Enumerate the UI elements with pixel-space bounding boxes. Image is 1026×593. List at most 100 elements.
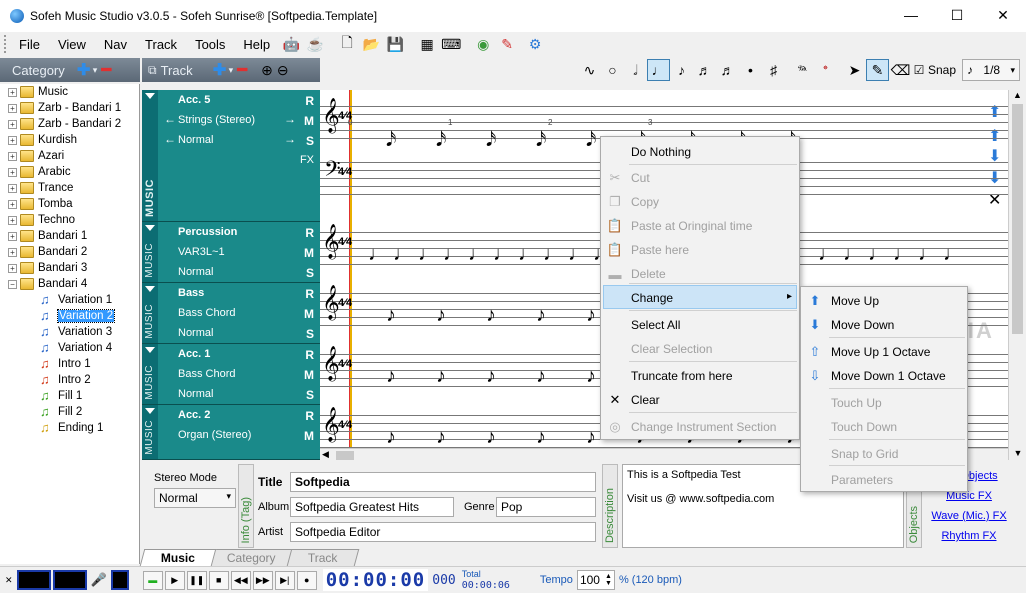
- track-section-bar[interactable]: MUSIC: [142, 344, 158, 404]
- context-menu-item[interactable]: Change: [631, 286, 673, 310]
- note-glyph[interactable]: ♪: [586, 366, 596, 386]
- solo-toggle[interactable]: S: [306, 134, 314, 148]
- note-glyph[interactable]: ♩: [418, 244, 438, 264]
- close-button[interactable]: ✕: [980, 0, 1026, 30]
- close-score-icon[interactable]: ✕: [988, 190, 1001, 210]
- dot-icon[interactable]: •: [739, 59, 762, 81]
- playhead[interactable]: [350, 90, 352, 460]
- tab-track[interactable]: Track: [286, 549, 359, 566]
- menu-file[interactable]: File: [10, 37, 49, 52]
- note-glyph[interactable]: ♪: [436, 305, 446, 325]
- stereo-mode-select[interactable]: Normal ▾: [154, 488, 236, 508]
- play-button[interactable]: ▶: [164, 570, 185, 590]
- note-glyph[interactable]: ♪: [386, 305, 396, 325]
- note-glyph[interactable]: ♪: [436, 366, 446, 386]
- expand-icon[interactable]: +: [8, 199, 17, 209]
- wave-fx-link[interactable]: Wave (Mic.) FX: [924, 508, 1014, 528]
- expand-icon[interactable]: +: [8, 231, 17, 241]
- tree-item[interactable]: ♫ Variation 4: [0, 340, 139, 356]
- expand-icon[interactable]: +: [8, 183, 17, 193]
- tree-item[interactable]: + Bandari 2: [0, 244, 139, 260]
- quarter-note-icon[interactable]: ♩: [646, 59, 670, 81]
- track-row[interactable]: MUSIC Bass Bass Chord Normal R M S: [142, 283, 320, 344]
- record-toggle[interactable]: R: [305, 409, 314, 423]
- note-glyph[interactable]: 𝅘𝅥𝅯: [486, 130, 496, 150]
- pedal-off-icon[interactable]: 𝆯: [814, 59, 837, 81]
- sharp-icon[interactable]: ♯: [762, 59, 785, 81]
- record-toggle[interactable]: R: [305, 348, 314, 362]
- pedal-icon[interactable]: 𝆮: [791, 59, 814, 81]
- record-toggle[interactable]: R: [305, 287, 314, 301]
- note-glyph[interactable]: 𝅘𝅥𝅯: [586, 130, 596, 150]
- track-section-bar[interactable]: MUSIC: [142, 222, 158, 282]
- tree-item[interactable]: + Azari: [0, 148, 139, 164]
- sixteenth-note-icon[interactable]: ♬: [693, 59, 716, 81]
- menu-view[interactable]: View: [49, 37, 95, 52]
- tree-item[interactable]: + Kurdish: [0, 132, 139, 148]
- remove-category-icon[interactable]: ━: [97, 60, 115, 80]
- hscroll-thumb[interactable]: [336, 451, 354, 460]
- note-glyph[interactable]: ♪: [586, 427, 596, 447]
- scroll-down-icon[interactable]: ⬇: [988, 146, 1001, 166]
- expand-icon[interactable]: +: [8, 215, 17, 225]
- coffee-icon[interactable]: ☕: [305, 34, 325, 54]
- collapse-icon[interactable]: −: [8, 279, 17, 289]
- stop-button[interactable]: ■: [208, 570, 229, 590]
- menu-tools[interactable]: Tools: [186, 37, 234, 52]
- track-row[interactable]: MUSIC Acc. 1 Bass Chord Normal R M S: [142, 344, 320, 405]
- note-glyph[interactable]: ♪: [536, 366, 546, 386]
- snap-checkbox-icon[interactable]: ☑: [912, 59, 926, 81]
- expand-icon[interactable]: +: [8, 119, 17, 129]
- solo-toggle[interactable]: S: [306, 327, 314, 341]
- open-folder-icon[interactable]: 📂: [361, 34, 381, 54]
- scroll-down-arrow[interactable]: ▼: [1009, 448, 1026, 458]
- tree-item[interactable]: ♫ Variation 3: [0, 324, 139, 340]
- expand-icon[interactable]: +: [8, 103, 17, 113]
- scroll-up-fast-icon[interactable]: ⬆: [988, 102, 1001, 122]
- note-glyph[interactable]: ♩: [543, 244, 563, 264]
- vertical-scrollbar[interactable]: ▲ ▼: [1008, 90, 1026, 460]
- note-glyph[interactable]: ♩: [393, 244, 413, 264]
- record-icon[interactable]: ✎: [497, 34, 517, 54]
- tab-category[interactable]: Category: [205, 549, 297, 566]
- description-tab[interactable]: Description: [602, 464, 618, 548]
- info-tag-tab[interactable]: Info (Tag): [238, 464, 254, 548]
- rewind-button[interactable]: ◀◀: [230, 570, 251, 590]
- expand-icon[interactable]: +: [8, 167, 17, 177]
- note-glyph[interactable]: ♩: [868, 244, 888, 264]
- track-row[interactable]: MUSIC Acc. 5 Strings (Stereo) Normal R M S FX ← ←…: [142, 90, 320, 222]
- left-arrow-icon[interactable]: ←: [164, 112, 176, 126]
- tree-item[interactable]: ♫ Fill 1: [0, 388, 139, 404]
- collapse-arrow-icon[interactable]: [145, 93, 155, 99]
- tree-item[interactable]: + Trance: [0, 180, 139, 196]
- half-note-icon[interactable]: 𝅗𝅥: [624, 59, 647, 81]
- note-value-dropdown[interactable]: ♪ 1/8 ▾: [962, 59, 1020, 81]
- tree-item[interactable]: ♫ Variation 1: [0, 292, 139, 308]
- note-glyph[interactable]: ♪: [486, 427, 496, 447]
- remove-track-icon[interactable]: ━: [233, 60, 251, 80]
- tree-item[interactable]: ♫ Variation 2: [0, 308, 139, 324]
- note-glyph[interactable]: ♩: [568, 244, 588, 264]
- context-menu-item[interactable]: Clear: [631, 388, 660, 412]
- menu-track[interactable]: Track: [136, 37, 186, 52]
- maximize-button[interactable]: ☐: [934, 0, 980, 30]
- note-glyph[interactable]: ♩: [468, 244, 488, 264]
- curve-tool-icon[interactable]: ∿: [578, 59, 601, 81]
- mute-toggle[interactable]: M: [304, 114, 314, 128]
- skip-end-button[interactable]: ▶|: [274, 570, 295, 590]
- note-glyph[interactable]: ♩: [368, 244, 388, 264]
- loop-button[interactable]: ▬: [142, 570, 163, 590]
- submenu-item[interactable]: Move Up 1 Octave: [831, 340, 930, 364]
- mute-toggle[interactable]: M: [304, 246, 314, 260]
- tempo-field[interactable]: 100 ▲ ▼: [576, 570, 615, 590]
- scroll-thumb[interactable]: [1012, 104, 1023, 334]
- tree-item[interactable]: ♫ Fill 2: [0, 404, 139, 420]
- tree-item[interactable]: − Bandari 4: [0, 276, 139, 292]
- genre-field[interactable]: Pop: [496, 497, 596, 517]
- tree-item[interactable]: ♫ Intro 2: [0, 372, 139, 388]
- record-button[interactable]: ●: [296, 570, 317, 590]
- snap-label[interactable]: Snap: [928, 63, 956, 77]
- note-glyph[interactable]: ♩: [943, 244, 963, 264]
- note-glyph[interactable]: ♪: [486, 366, 496, 386]
- mute-toggle[interactable]: M: [304, 307, 314, 321]
